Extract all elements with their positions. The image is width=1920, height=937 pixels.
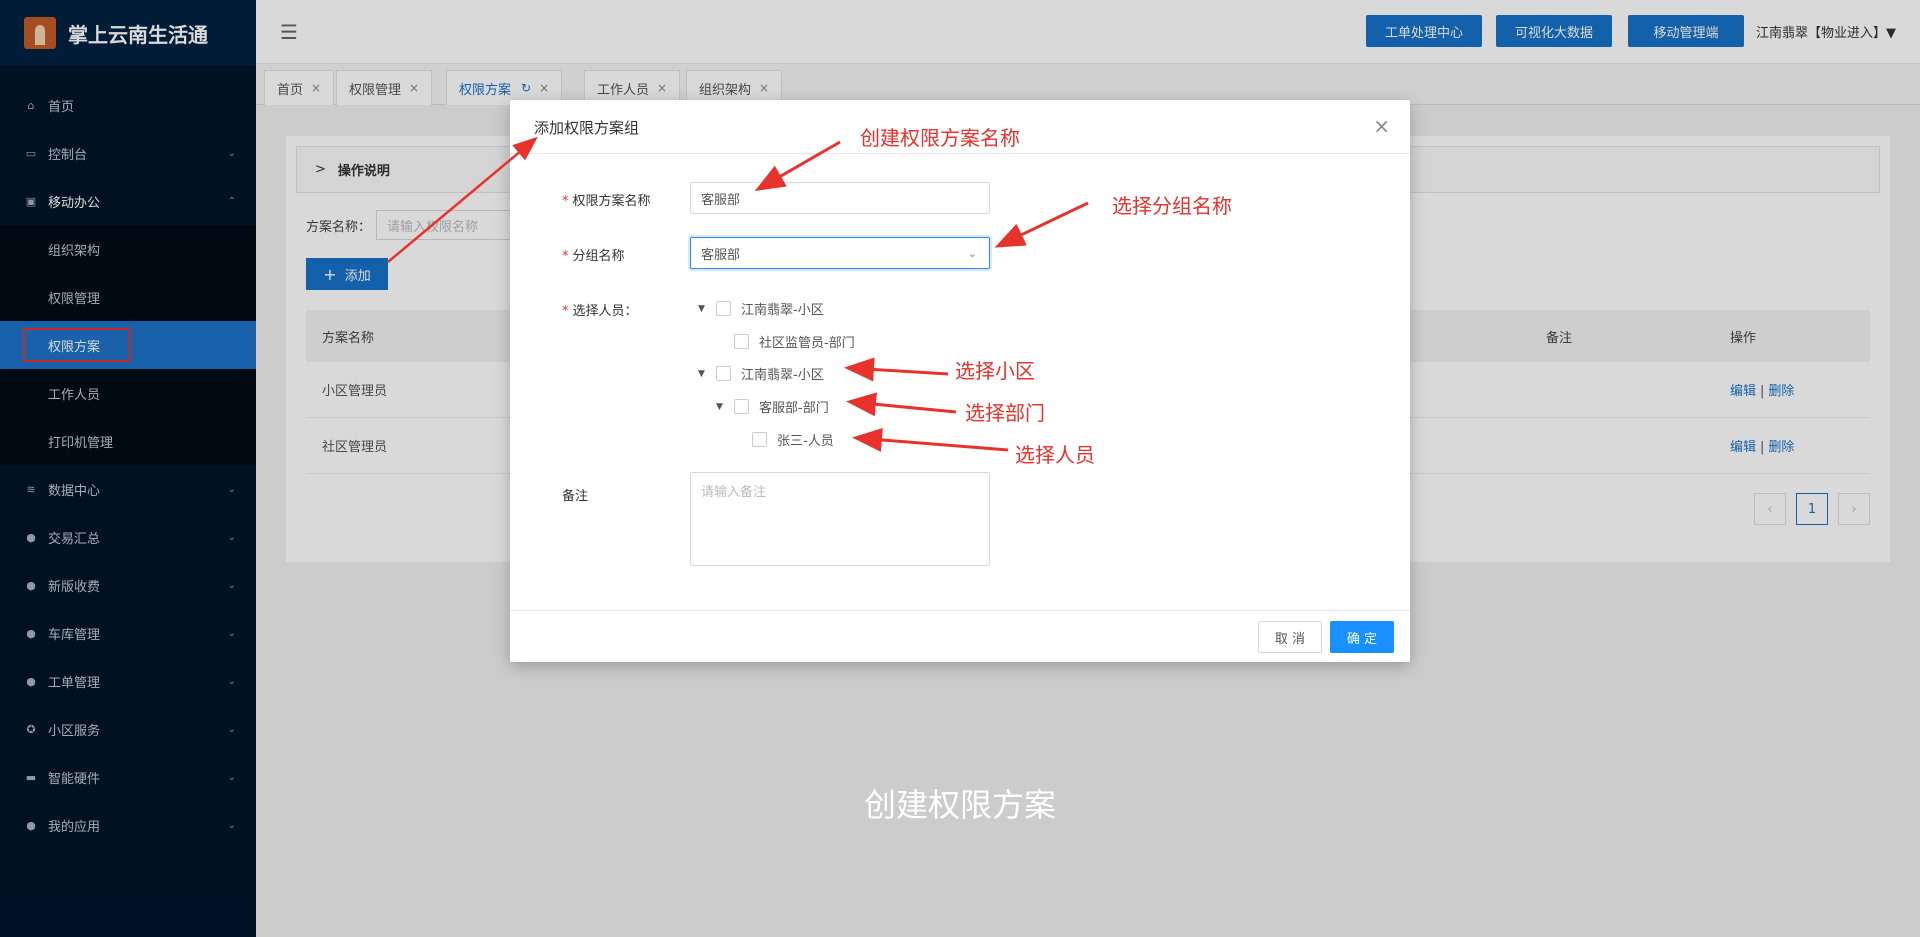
- checkbox[interactable]: [716, 301, 731, 316]
- modal-title: 添加权限方案组: [534, 119, 640, 137]
- annotation-label: 选择小区: [955, 359, 1035, 383]
- caret-down-icon[interactable]: ▼: [716, 402, 726, 412]
- tree-label: 社区监管员-部门: [759, 336, 855, 351]
- tree-node[interactable]: ▼ 客服部-部门: [716, 397, 829, 416]
- label-text: 分组名称: [572, 249, 625, 264]
- tree-node[interactable]: ▼ 江南翡翠-小区: [698, 299, 824, 318]
- label-text: 权限方案名称: [572, 194, 651, 209]
- cancel-button[interactable]: 取 消: [1258, 621, 1322, 653]
- required-icon: *: [562, 249, 569, 264]
- annotation-label: 选择部门: [965, 401, 1045, 425]
- name-label: * 权限方案名称: [562, 190, 651, 209]
- note-textarea[interactable]: 请输入备注: [690, 472, 990, 566]
- tree-label: 客服部-部门: [759, 401, 829, 416]
- caret-down-icon[interactable]: ▼: [698, 304, 708, 314]
- modal-footer: 取 消 确 定: [510, 610, 1410, 662]
- tree-node[interactable]: ▼ 江南翡翠-小区: [698, 364, 824, 383]
- caret-down-icon[interactable]: ▼: [698, 369, 708, 379]
- tree-node[interactable]: 社区监管员-部门: [716, 332, 855, 351]
- chevron-down-icon: ⌄: [967, 246, 977, 260]
- group-select-value: 客服部: [701, 247, 741, 263]
- annotation-label: 选择分组名称: [1112, 194, 1232, 218]
- required-icon: *: [562, 304, 569, 319]
- required-icon: *: [562, 194, 569, 209]
- note-label: 备注: [562, 489, 589, 504]
- annotation-label: 创建权限方案名称: [860, 126, 1020, 150]
- annotation-label: 选择人员: [1015, 443, 1095, 467]
- group-select[interactable]: 客服部 ⌄: [690, 237, 990, 269]
- tree-label: 张三-人员: [777, 434, 834, 449]
- tree-label: 江南翡翠-小区: [741, 303, 824, 318]
- people-label: * 选择人员：: [562, 300, 638, 319]
- tree-node[interactable]: 张三-人员: [734, 430, 834, 449]
- close-icon[interactable]: ×: [1373, 114, 1390, 138]
- caption: 创建权限方案: [863, 786, 1056, 824]
- checkbox[interactable]: [734, 334, 749, 349]
- plan-name-input[interactable]: 客服部: [690, 182, 990, 214]
- checkbox[interactable]: [734, 399, 749, 414]
- ok-button[interactable]: 确 定: [1330, 621, 1394, 653]
- label-text: 选择人员：: [572, 304, 638, 319]
- tree-label: 江南翡翠-小区: [741, 368, 824, 383]
- checkbox[interactable]: [752, 432, 767, 447]
- checkbox[interactable]: [716, 366, 731, 381]
- group-label: * 分组名称: [562, 245, 625, 264]
